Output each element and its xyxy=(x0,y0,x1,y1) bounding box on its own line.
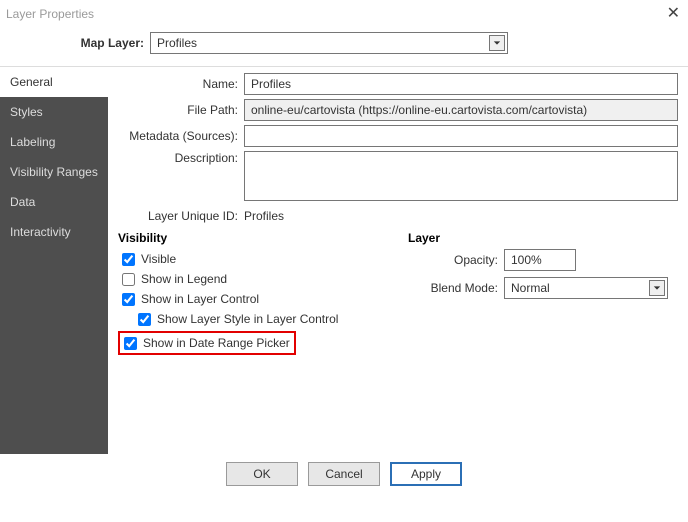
checkbox-label: Show Layer Style in Layer Control xyxy=(157,312,338,326)
name-value: Profiles xyxy=(251,77,291,91)
chevron-down-icon[interactable] xyxy=(489,35,505,51)
dialog-footer: OK Cancel Apply xyxy=(0,454,688,494)
button-label: Apply xyxy=(411,467,441,481)
map-layer-row: Map Layer: Profiles xyxy=(0,28,688,66)
filepath-value: online-eu/cartovista (https://online-eu.… xyxy=(251,103,587,117)
tab-data[interactable]: Data xyxy=(0,187,108,217)
content-panel: Name: Profiles File Path: online-eu/cart… xyxy=(108,67,688,454)
highlighted-option: Show in Date Range Picker xyxy=(118,331,296,355)
sidebar: General Styles Labeling Visibility Range… xyxy=(0,67,108,454)
checkbox-show-in-date-range[interactable]: Show in Date Range Picker xyxy=(124,336,290,350)
tab-label: Styles xyxy=(10,105,43,119)
checkbox-input[interactable] xyxy=(138,313,151,326)
button-label: Cancel xyxy=(325,467,362,481)
map-layer-select[interactable]: Profiles xyxy=(150,32,508,54)
checkbox-label: Show in Date Range Picker xyxy=(143,336,290,350)
tab-label: Interactivity xyxy=(10,225,71,239)
map-layer-label: Map Layer: xyxy=(10,36,150,50)
checkbox-show-in-layer-control[interactable]: Show in Layer Control xyxy=(118,289,398,309)
tab-visibility-ranges[interactable]: Visibility Ranges xyxy=(0,157,108,187)
checkbox-input[interactable] xyxy=(124,337,137,350)
checkbox-input[interactable] xyxy=(122,253,135,266)
tab-styles[interactable]: Styles xyxy=(0,97,108,127)
checkbox-visible[interactable]: Visible xyxy=(118,249,398,269)
close-icon[interactable]: ✕ xyxy=(667,6,680,22)
description-label: Description: xyxy=(118,151,244,165)
filepath-input: online-eu/cartovista (https://online-eu.… xyxy=(244,99,678,121)
blend-mode-value: Normal xyxy=(511,281,550,295)
blend-mode-select[interactable]: Normal xyxy=(504,277,668,299)
checkbox-input[interactable] xyxy=(122,273,135,286)
tab-labeling[interactable]: Labeling xyxy=(0,127,108,157)
uid-value: Profiles xyxy=(244,209,284,223)
layer-group-label: Layer xyxy=(408,231,678,245)
tab-general[interactable]: General xyxy=(0,67,108,97)
ok-button[interactable]: OK xyxy=(226,462,298,486)
checkbox-show-layer-style[interactable]: Show Layer Style in Layer Control xyxy=(118,309,398,329)
checkbox-label: Show in Legend xyxy=(141,272,227,286)
description-input[interactable] xyxy=(244,151,678,201)
opacity-label: Opacity: xyxy=(408,253,504,267)
visibility-group-label: Visibility xyxy=(118,231,398,245)
name-label: Name: xyxy=(118,77,244,91)
uid-label: Layer Unique ID: xyxy=(118,209,244,223)
checkbox-label: Visible xyxy=(141,252,176,266)
metadata-input[interactable] xyxy=(244,125,678,147)
map-layer-value: Profiles xyxy=(157,36,197,50)
opacity-value: 100% xyxy=(511,253,542,267)
opacity-input[interactable]: 100% xyxy=(504,249,576,271)
apply-button[interactable]: Apply xyxy=(390,462,462,486)
tab-interactivity[interactable]: Interactivity xyxy=(0,217,108,247)
chevron-down-icon[interactable] xyxy=(649,280,665,296)
checkbox-label: Show in Layer Control xyxy=(141,292,259,306)
window-title: Layer Properties xyxy=(6,7,94,21)
name-input[interactable]: Profiles xyxy=(244,73,678,95)
blend-mode-label: Blend Mode: xyxy=(408,281,504,295)
checkbox-input[interactable] xyxy=(122,293,135,306)
tab-label: Labeling xyxy=(10,135,55,149)
filepath-label: File Path: xyxy=(118,103,244,117)
checkbox-show-in-legend[interactable]: Show in Legend xyxy=(118,269,398,289)
cancel-button[interactable]: Cancel xyxy=(308,462,380,486)
tab-label: Visibility Ranges xyxy=(10,165,98,179)
tab-label: General xyxy=(10,75,53,89)
tab-label: Data xyxy=(10,195,35,209)
titlebar: Layer Properties ✕ xyxy=(0,0,688,28)
metadata-label: Metadata (Sources): xyxy=(118,129,244,143)
button-label: OK xyxy=(253,467,270,481)
